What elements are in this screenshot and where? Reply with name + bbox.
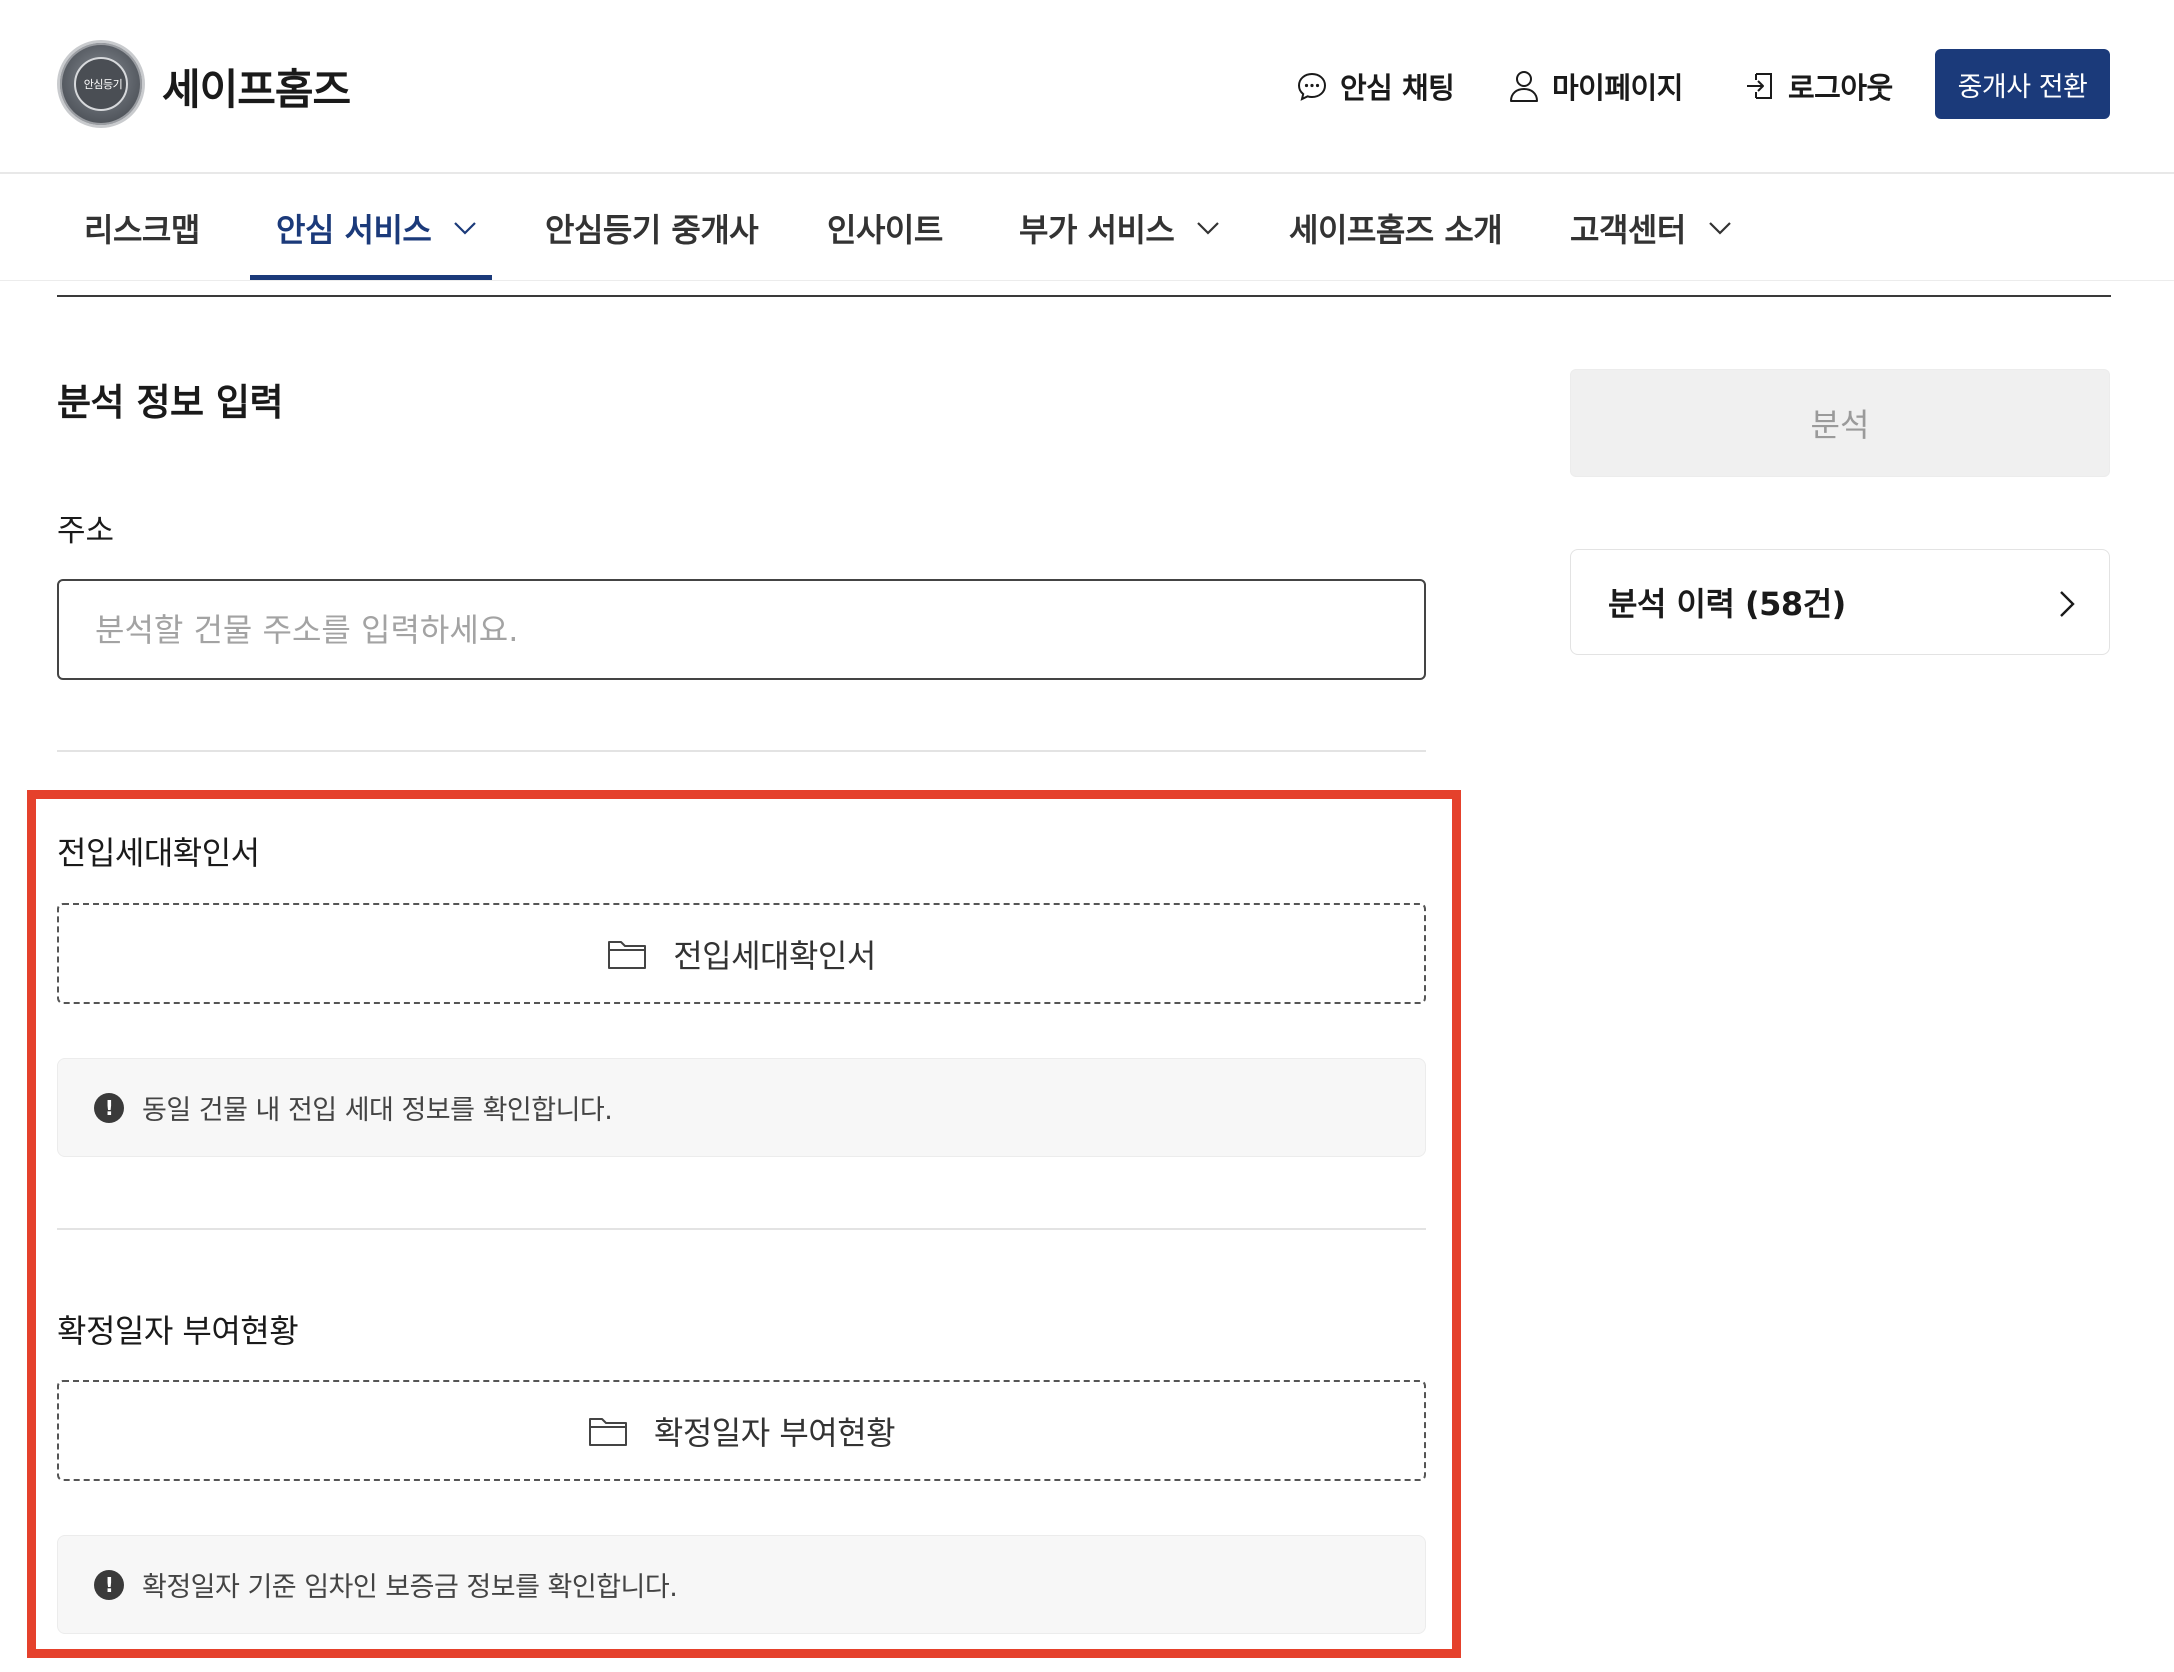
move-in-household-upload[interactable]: 전입세대확인서 bbox=[57, 903, 1426, 1004]
notice-box: ! 동일 건물 내 전입 세대 정보를 확인합니다. bbox=[57, 1058, 1426, 1157]
history-label: 분석 이력 (58건) bbox=[1608, 585, 1846, 623]
page-title: 분석 정보 입력 bbox=[57, 381, 284, 424]
mypage-link-label: 마이페이지 bbox=[1552, 71, 1683, 105]
address-label: 주소 bbox=[57, 513, 115, 549]
divider bbox=[57, 1228, 1426, 1230]
notice-box: ! 확정일자 기준 임차인 보증금 정보를 확인합니다. bbox=[57, 1535, 1426, 1634]
nav-item-label: 부가 서비스 bbox=[1019, 211, 1175, 249]
chevron-down-icon bbox=[1708, 222, 1731, 235]
upload-label: 확정일자 부여현황 bbox=[653, 1413, 896, 1452]
nav-item-insight[interactable]: 인사이트 bbox=[827, 175, 943, 281]
nav-item-support[interactable]: 고객센터 bbox=[1570, 175, 1732, 281]
folder-icon bbox=[588, 1417, 627, 1446]
chat-link-label: 안심 채팅 bbox=[1340, 71, 1455, 105]
chat-icon bbox=[1297, 72, 1327, 101]
fixed-date-title: 확정일자 부여현황 bbox=[57, 1312, 299, 1350]
nav-item-label: 리스크맵 bbox=[84, 211, 200, 249]
logout-link-label: 로그아웃 bbox=[1788, 71, 1893, 105]
main-nav: 리스크맵 안심 서비스 안심등기 중개사 인사이트 부가 서비스 세이프홈즈 소… bbox=[0, 175, 2174, 281]
nav-item-label: 고객센터 bbox=[1570, 211, 1686, 249]
divider bbox=[57, 750, 1426, 752]
section-divider bbox=[57, 295, 2111, 297]
user-icon bbox=[1510, 71, 1538, 102]
nav-item-riskmap[interactable]: 리스크맵 bbox=[84, 175, 200, 281]
alert-icon: ! bbox=[94, 1569, 124, 1600]
alert-icon: ! bbox=[94, 1092, 124, 1123]
nav-item-label: 안심 서비스 bbox=[276, 211, 432, 249]
nav-item-safe-service[interactable]: 안심 서비스 bbox=[276, 175, 477, 281]
move-in-household-title: 전입세대확인서 bbox=[57, 834, 260, 872]
chevron-down-icon bbox=[1197, 222, 1220, 235]
notice-text: 확정일자 기준 임차인 보증금 정보를 확인합니다. bbox=[142, 1572, 678, 1603]
logout-icon bbox=[1747, 73, 1772, 99]
folder-icon bbox=[608, 940, 647, 969]
upload-label: 전입세대확인서 bbox=[673, 936, 876, 975]
chat-link[interactable]: 안심 채팅 bbox=[1296, 66, 1455, 106]
logout-link[interactable]: 로그아웃 bbox=[1744, 66, 1893, 106]
chevron-down-icon bbox=[454, 222, 477, 235]
mypage-link[interactable]: 마이페이지 bbox=[1508, 66, 1683, 106]
logo-icon[interactable]: 안심등기 bbox=[57, 40, 145, 128]
site-header: 안심등기 세이프홈즈 안심 채팅 마이페이지 로그아웃 중개사 전환 bbox=[0, 0, 2174, 174]
nav-item-addon-service[interactable]: 부가 서비스 bbox=[1019, 175, 1220, 281]
chevron-right-icon bbox=[2060, 591, 2075, 617]
analyze-button[interactable]: 분석 bbox=[1570, 369, 2110, 477]
fixed-date-upload[interactable]: 확정일자 부여현황 bbox=[57, 1380, 1426, 1481]
brand-name[interactable]: 세이프홈즈 bbox=[162, 56, 351, 117]
address-input[interactable] bbox=[57, 579, 1426, 680]
switch-to-broker-button[interactable]: 중개사 전환 bbox=[1935, 49, 2110, 119]
logo-text: 안심등기 bbox=[83, 78, 123, 91]
nav-item-label: 안심등기 중개사 bbox=[545, 211, 759, 249]
notice-text: 동일 건물 내 전입 세대 정보를 확인합니다. bbox=[142, 1095, 613, 1126]
nav-item-about[interactable]: 세이프홈즈 소개 bbox=[1289, 175, 1503, 281]
nav-item-label: 세이프홈즈 소개 bbox=[1289, 211, 1503, 249]
nav-item-safe-broker[interactable]: 안심등기 중개사 bbox=[545, 175, 759, 281]
nav-active-indicator bbox=[250, 275, 492, 280]
analysis-history-link[interactable]: 분석 이력 (58건) bbox=[1570, 549, 2110, 655]
nav-item-label: 인사이트 bbox=[827, 211, 943, 249]
